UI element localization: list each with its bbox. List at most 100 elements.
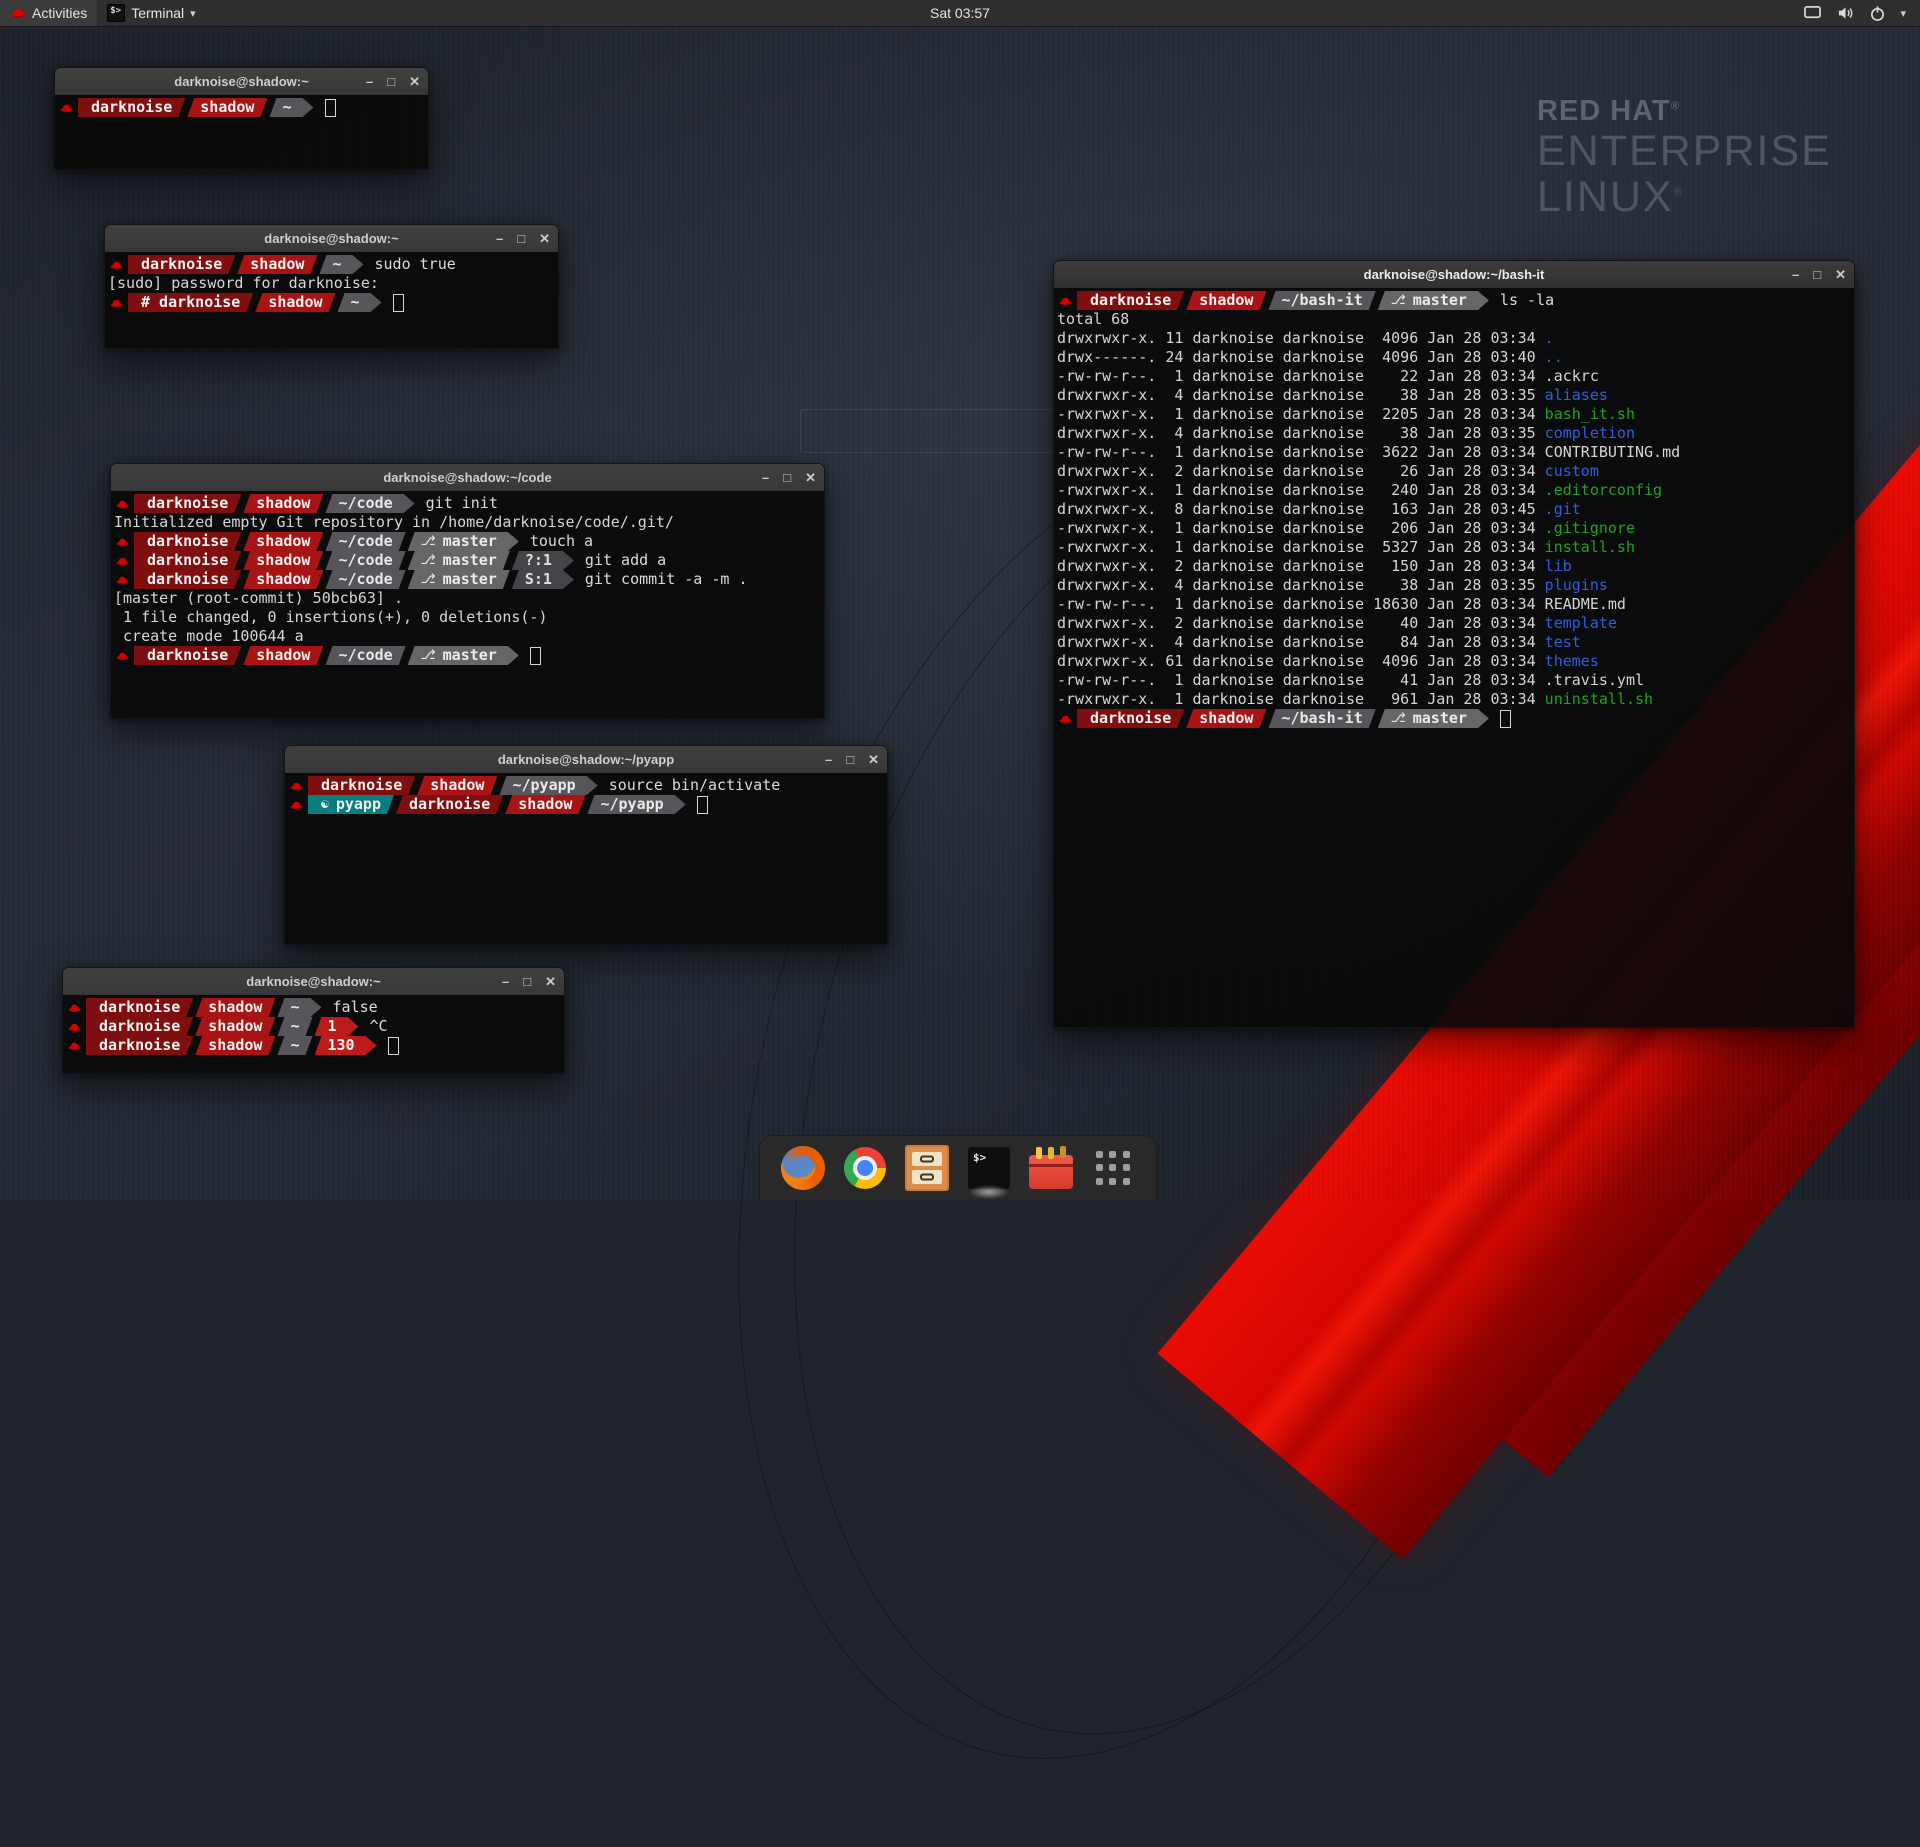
prompt-segment-host: shadow <box>237 255 317 274</box>
terminal-body[interactable]: darknoiseshadow~ <box>55 95 428 169</box>
prompt-segment-host: shadow <box>243 532 323 551</box>
prompt-segment-branch: ⎇master <box>1378 709 1489 728</box>
command-text: git init <box>426 494 498 513</box>
minimize-button[interactable]: – <box>496 232 503 245</box>
close-button[interactable]: ✕ <box>1835 268 1846 281</box>
close-button[interactable]: ✕ <box>539 232 550 245</box>
window-title: darknoise@shadow:~/pyapp <box>498 752 674 767</box>
ls-row-fields: drwxrwxr-x. 4 darknoise darknoise 84 Jan… <box>1057 633 1545 652</box>
clock[interactable]: Sat 03:57 <box>918 0 1002 26</box>
window-titlebar[interactable]: darknoise@shadow:~ – □ ✕ <box>105 225 558 253</box>
top-bar: Activities $> Terminal ▾ Sat 03:57 ▾ <box>0 0 1920 27</box>
prompt-segment-status: ?:1 <box>512 551 574 570</box>
window-titlebar[interactable]: darknoise@shadow:~–□✕ <box>63 968 564 996</box>
window-titlebar[interactable]: darknoise@shadow:~–□✕ <box>55 68 428 96</box>
prompt-segment-exit: 130 <box>315 1036 377 1055</box>
ls-row-fields: drwxrwxr-x. 2 darknoise darknoise 150 Ja… <box>1057 557 1545 576</box>
prompt-segment-user: # darknoise <box>128 293 253 312</box>
window-controls: – □ ✕ <box>762 464 816 491</box>
window-title: darknoise@shadow:~/bash-it <box>1364 267 1545 282</box>
prompt-segment-path: ~/code <box>325 532 405 551</box>
command-text: sudo true <box>375 255 456 274</box>
minimize-button[interactable]: – <box>1792 268 1799 281</box>
terminal-line: drwxrwxr-x. 8 darknoise darknoise 163 Ja… <box>1057 500 1854 519</box>
redhat-logo-icon <box>10 7 26 19</box>
app-menu-terminal[interactable]: $> Terminal ▾ <box>97 0 205 26</box>
output-text: total 68 <box>1057 310 1129 329</box>
window-titlebar[interactable]: darknoise@shadow:~/pyapp – □ ✕ <box>285 746 887 774</box>
command-text: touch a <box>530 532 593 551</box>
terminal-line: darknoiseshadow~1^C <box>66 1017 564 1036</box>
terminal-body[interactable]: darknoiseshadow~falsedarknoiseshadow~1^C… <box>63 995 564 1073</box>
command-text: git commit -a -m . <box>585 570 748 589</box>
ls-row-fields: -rw-rw-r--. 1 darknoise darknoise 3622 J… <box>1057 443 1545 462</box>
toolbox-icon[interactable] <box>1028 1145 1074 1191</box>
branch-icon: ⎇ <box>421 551 436 570</box>
prompt-segment-host: shadow <box>187 98 267 117</box>
firefox-icon[interactable] <box>780 1145 826 1191</box>
close-button[interactable]: ✕ <box>409 75 420 88</box>
chrome-icon[interactable] <box>842 1145 888 1191</box>
window-controls: – □ ✕ <box>366 68 420 95</box>
prompt-segment-user: darknoise <box>86 1017 193 1036</box>
minimize-button[interactable]: – <box>502 975 509 988</box>
maximize-button[interactable]: □ <box>387 75 395 88</box>
output-text: Initialized empty Git repository in /hom… <box>114 513 674 532</box>
maximize-button[interactable]: □ <box>517 232 525 245</box>
redhat-prompt-icon <box>288 776 305 795</box>
terminal-body[interactable]: darknoiseshadow~/codegit initInitialized… <box>111 491 824 718</box>
maximize-button[interactable]: □ <box>846 753 854 766</box>
minimize-button[interactable]: – <box>762 471 769 484</box>
branch-icon: ⎇ <box>421 646 436 665</box>
prompt-segment-user: darknoise <box>134 551 241 570</box>
terminal-cursor <box>325 99 336 117</box>
close-button[interactable]: ✕ <box>545 975 556 988</box>
prompt-segment-host: shadow <box>243 551 323 570</box>
terminal-line: darknoiseshadow~/code⎇mastertouch a <box>114 532 824 551</box>
output-text: create mode 100644 a <box>114 627 304 646</box>
command-text: ^C <box>370 1017 388 1036</box>
window-titlebar[interactable]: darknoise@shadow:~/bash-it – □ ✕ <box>1054 261 1854 289</box>
ls-row-fields: drwxrwxr-x. 2 darknoise darknoise 26 Jan… <box>1057 462 1545 481</box>
terminal-line: -rw-rw-r--. 1 darknoise darknoise 22 Jan… <box>1057 367 1854 386</box>
power-icon[interactable] <box>1869 5 1886 22</box>
prompt-segment-host: shadow <box>505 795 585 814</box>
display-icon[interactable] <box>1803 5 1822 21</box>
prompt-segment-host: shadow <box>255 293 335 312</box>
terminal-line: [sudo] password for darknoise: <box>108 274 558 293</box>
terminal-cursor <box>530 647 541 665</box>
close-button[interactable]: ✕ <box>805 471 816 484</box>
terminal-body[interactable]: darknoiseshadow~/pyappsource bin/activat… <box>285 773 887 944</box>
close-button[interactable]: ✕ <box>868 753 879 766</box>
window-controls: – □ ✕ <box>496 225 550 252</box>
terminal-line: darknoiseshadow~/bash-it⎇masterls -la <box>1057 291 1854 310</box>
terminal-cursor <box>388 1037 399 1055</box>
ls-file-name: install.sh <box>1545 538 1635 557</box>
minimize-button[interactable]: – <box>366 75 373 88</box>
ls-file-name: plugins <box>1545 576 1608 595</box>
terminal-line: [master (root-commit) 50bcb63] . <box>114 589 824 608</box>
terminal-window-home-1: darknoise@shadow:~–□✕darknoiseshadow~ <box>54 67 429 170</box>
activities-button[interactable]: Activities <box>0 0 97 26</box>
prompt-segment-path: ~/code <box>325 646 405 665</box>
prompt-segment-branch: ⎇master <box>408 646 519 665</box>
command-text: false <box>333 998 378 1017</box>
terminal-body[interactable]: darknoiseshadow~sudo true[sudo] password… <box>105 252 558 348</box>
volume-icon[interactable] <box>1836 5 1855 21</box>
terminal-icon[interactable]: $> <box>966 1145 1012 1191</box>
chevron-down-icon[interactable]: ▾ <box>1900 7 1906 20</box>
files-icon[interactable] <box>904 1145 950 1191</box>
minimize-button[interactable]: – <box>825 753 832 766</box>
redhat-brand-logo: RED HAT® ENTERPRISE LINUX® <box>1537 95 1832 221</box>
terminal-line: -rwxrwxr-x. 1 darknoise darknoise 5327 J… <box>1057 538 1854 557</box>
prompt-segment-host: shadow <box>417 776 497 795</box>
maximize-button[interactable]: □ <box>523 975 531 988</box>
maximize-button[interactable]: □ <box>1813 268 1821 281</box>
window-title: darknoise@shadow:~ <box>264 231 398 246</box>
terminal-body[interactable]: darknoiseshadow~/bash-it⎇masterls -latot… <box>1054 288 1854 1027</box>
ls-file-name: .travis.yml <box>1545 671 1644 690</box>
terminal-line: darknoiseshadow~/pyappsource bin/activat… <box>288 776 887 795</box>
maximize-button[interactable]: □ <box>783 471 791 484</box>
window-titlebar[interactable]: darknoise@shadow:~/code–□✕ <box>111 464 824 492</box>
app-grid-icon[interactable] <box>1090 1145 1136 1191</box>
